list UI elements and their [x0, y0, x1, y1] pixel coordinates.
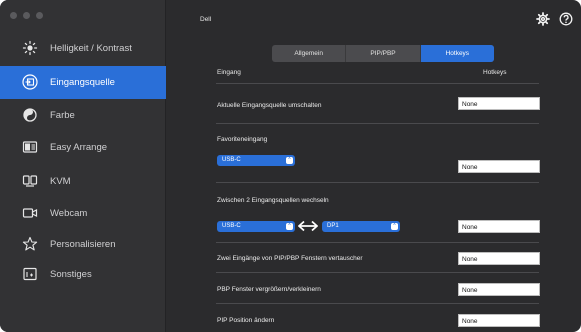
row-label-swap-pip: Zwei Eingänge von PIP/PBP Fenstern verta…: [217, 255, 363, 262]
divider: [216, 123, 539, 124]
sidebar-item-input-source[interactable]: Eingangsquelle: [0, 66, 166, 99]
app-title: Dell: [200, 16, 212, 23]
chevron-updown-icon: ⌃: [286, 157, 293, 164]
sidebar-item-label: Webcam: [50, 208, 88, 219]
hotkey-field-pip-position[interactable]: None: [458, 314, 540, 327]
sidebar-item-brightness-contrast[interactable]: Helligkeit / Kontrast: [0, 32, 166, 65]
sidebar-item-label: Easy Arrange: [50, 142, 108, 153]
sidebar-item-easy-arrange[interactable]: Easy Arrange: [0, 131, 166, 164]
sidebar-item-color[interactable]: Farbe: [0, 99, 166, 132]
tab-general[interactable]: Allgemein: [272, 45, 347, 62]
tab-pip-pbp[interactable]: PIP/PBP: [346, 45, 421, 62]
others-icon: [22, 266, 38, 282]
webcam-icon: [22, 205, 38, 221]
switch-input-a-select[interactable]: USB-C ⌃: [217, 221, 295, 232]
divider: [216, 272, 539, 273]
row-label-pip-position: PIP Position ändern: [217, 317, 275, 324]
minimize-window-button[interactable]: [23, 12, 30, 19]
zoom-window-button[interactable]: [36, 12, 43, 19]
sidebar-item-webcam[interactable]: Webcam: [0, 197, 166, 230]
row-label-favorite: Favoriteneingang: [217, 136, 268, 143]
easy-arrange-icon: [22, 139, 38, 155]
column-header-input: Eingang: [217, 69, 241, 76]
sidebar-item-personalize[interactable]: Personalisieren: [0, 228, 166, 261]
row-label-pbp-resize: PBP Fenster vergrößern/verkleinern: [217, 286, 321, 293]
favorite-input-select[interactable]: USB-C ⌃: [217, 155, 295, 166]
switch-input-b-value: DP1: [327, 223, 339, 229]
star-icon: [22, 236, 38, 252]
hotkey-field-switch-two[interactable]: None: [458, 220, 540, 233]
window-controls: [10, 12, 43, 19]
divider: [216, 242, 539, 243]
sidebar-item-label: KVM: [50, 176, 71, 187]
sidebar-item-label: Helligkeit / Kontrast: [50, 43, 132, 54]
divider: [216, 83, 539, 84]
switch-input-b-select[interactable]: DP1 ⌃: [322, 221, 400, 232]
sidebar-item-label: Farbe: [50, 110, 75, 121]
input-source-icon: [22, 74, 38, 90]
kvm-icon: [22, 173, 38, 189]
chevron-updown-icon: ⌃: [391, 223, 398, 230]
favorite-input-value: USB-C: [222, 157, 241, 163]
color-icon: [22, 107, 38, 123]
hotkey-field-pbp-resize[interactable]: None: [458, 283, 540, 296]
row-label-switch-current: Aktuelle Eingangsquelle umschalten: [217, 102, 322, 109]
hotkey-field-switch-current[interactable]: None: [458, 97, 540, 110]
sidebar-item-others[interactable]: Sonstiges: [0, 258, 166, 291]
gear-icon[interactable]: [536, 12, 550, 26]
divider: [216, 182, 539, 183]
sidebar: Helligkeit / Kontrast Eingangsquelle Far…: [0, 0, 166, 332]
chevron-updown-icon: ⌃: [286, 223, 293, 230]
hotkey-field-favorite[interactable]: None: [458, 160, 540, 173]
help-icon[interactable]: [559, 12, 573, 26]
sidebar-item-label: Sonstiges: [50, 269, 92, 280]
sidebar-item-label: Eingangsquelle: [50, 77, 115, 88]
switch-input-a-value: USB-C: [222, 223, 241, 229]
tab-hotkeys[interactable]: Hotkeys: [420, 45, 494, 62]
hotkey-field-swap-pip[interactable]: None: [458, 252, 540, 265]
close-window-button[interactable]: [10, 12, 17, 19]
app-window: Helligkeit / Kontrast Eingangsquelle Far…: [0, 0, 581, 332]
main-panel: Dell Allgemein PIP/PBP Hotkeys Eingang H…: [167, 0, 581, 332]
sidebar-item-kvm[interactable]: KVM: [0, 165, 166, 198]
sidebar-item-label: Personalisieren: [50, 239, 116, 250]
column-header-hotkeys: Hotkeys: [483, 69, 507, 76]
swap-arrows-icon: [298, 220, 318, 232]
brightness-icon: [22, 40, 38, 56]
divider: [216, 303, 539, 304]
row-label-switch-two: Zwischen 2 Eingangsquellen wechseln: [217, 197, 329, 204]
tab-bar: Allgemein PIP/PBP Hotkeys: [272, 45, 494, 62]
